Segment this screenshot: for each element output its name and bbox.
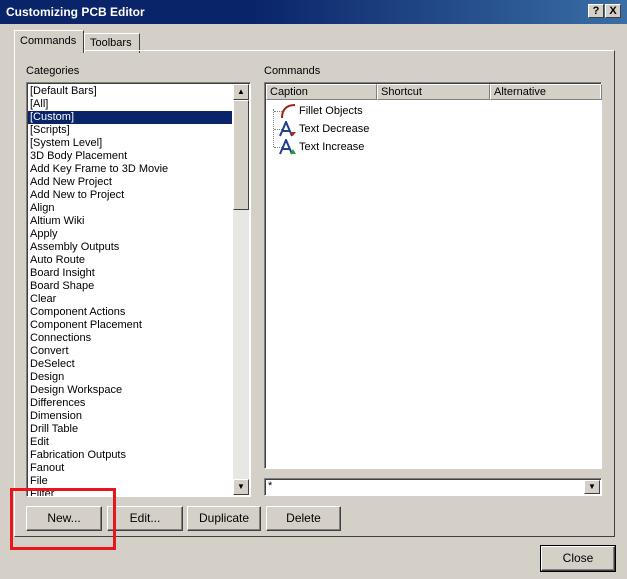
column-shortcut[interactable]: Shortcut	[377, 84, 490, 100]
command-fillet-objects[interactable]: Fillet Objects	[279, 102, 363, 120]
text-decrease-icon	[279, 119, 297, 137]
category-item[interactable]: [System Level]	[28, 137, 232, 150]
category-item[interactable]: Design Workspace	[28, 384, 232, 397]
commands-header: Caption Shortcut Alternative	[266, 84, 602, 100]
category-item[interactable]: Add Key Frame to 3D Movie	[28, 163, 232, 176]
category-item[interactable]: [Scripts]	[28, 124, 232, 137]
filter-value: *	[268, 480, 273, 492]
fillet-icon	[279, 103, 297, 119]
category-item[interactable]: Align	[28, 202, 232, 215]
category-item[interactable]: Edit	[28, 436, 232, 449]
category-item[interactable]: Clear	[28, 293, 232, 306]
category-item[interactable]: Assembly Outputs	[28, 241, 232, 254]
close-button-label: Close	[562, 551, 594, 565]
close-window-button[interactable]: X	[605, 4, 621, 18]
category-item[interactable]: Differences	[28, 397, 232, 410]
commands-filter-combo[interactable]: * ▼	[264, 478, 602, 496]
categories-items: [Default Bars] [All] [Custom] [Scripts] [Sys…	[28, 85, 232, 496]
category-item[interactable]: Fabrication Outputs	[28, 449, 232, 462]
category-item[interactable]: Drill Table	[28, 423, 232, 436]
dropdown-arrow-icon[interactable]: ▼	[584, 480, 600, 494]
commands-list[interactable]: Caption Shortcut Alternative Fillet Obje…	[264, 82, 602, 469]
categories-list[interactable]: [Default Bars] [All] [Custom] [Scripts] [Sys…	[26, 82, 251, 497]
tab-commands[interactable]: Commands	[14, 30, 84, 53]
scroll-down-icon[interactable]: ▼	[233, 479, 249, 495]
column-alternative[interactable]: Alternative	[490, 84, 602, 100]
close-button[interactable]: Close	[540, 545, 616, 572]
category-item[interactable]: Add New Project	[28, 176, 232, 189]
category-item[interactable]: Component Placement	[28, 319, 232, 332]
command-text-decrease[interactable]: Text Decrease	[279, 119, 370, 138]
command-caption: Text Decrease	[299, 123, 370, 135]
category-item[interactable]: Board Shape	[28, 280, 232, 293]
scroll-thumb[interactable]	[233, 100, 249, 210]
category-item[interactable]: Apply	[28, 228, 232, 241]
scroll-up-icon[interactable]: ▲	[233, 84, 249, 100]
window-title: Customizing PCB Editor	[6, 5, 145, 19]
column-caption[interactable]: Caption	[266, 84, 377, 100]
categories-label: Categories	[26, 65, 80, 77]
duplicate-button-label: Duplicate	[198, 511, 250, 525]
help-button[interactable]: ?	[588, 4, 604, 18]
title-bar: Customizing PCB Editor ? X	[0, 0, 627, 24]
category-item[interactable]: Component Actions	[28, 306, 232, 319]
command-text-increase[interactable]: Text Increase	[279, 137, 365, 156]
tab-commands-label: Commands	[20, 35, 77, 47]
category-item[interactable]: File	[28, 475, 232, 488]
categories-scrollbar[interactable]: ▲ ▼	[233, 84, 249, 495]
category-item[interactable]: Auto Route	[28, 254, 232, 267]
command-caption: Fillet Objects	[299, 105, 363, 117]
category-item[interactable]: Fanout	[28, 462, 232, 475]
category-item[interactable]: DeSelect	[28, 358, 232, 371]
tab-toolbars-label: Toolbars	[90, 37, 132, 49]
category-item[interactable]: Convert	[28, 345, 232, 358]
annotation-highlight-box	[10, 488, 116, 550]
category-item[interactable]: Dimension	[28, 410, 232, 423]
category-item[interactable]: [All]	[28, 98, 232, 111]
duplicate-button[interactable]: Duplicate	[187, 506, 261, 531]
category-item[interactable]: Altium Wiki	[28, 215, 232, 228]
tree-line	[273, 109, 274, 147]
delete-button-label: Delete	[286, 511, 321, 525]
category-item[interactable]: Connections	[28, 332, 232, 345]
category-item[interactable]: [Default Bars]	[28, 85, 232, 98]
text-increase-icon	[279, 137, 297, 155]
category-item[interactable]: Board Insight	[28, 267, 232, 280]
category-item[interactable]: Add New to Project	[28, 189, 232, 202]
commands-label: Commands	[264, 65, 321, 77]
category-item[interactable]: Design	[28, 371, 232, 384]
delete-button[interactable]: Delete	[266, 506, 341, 531]
edit-button-label: Edit...	[129, 511, 161, 525]
edit-button[interactable]: Edit...	[107, 506, 183, 531]
command-caption: Text Increase	[299, 141, 365, 153]
category-item[interactable]: 3D Body Placement	[28, 150, 232, 163]
category-item[interactable]: [Custom]	[28, 111, 232, 124]
